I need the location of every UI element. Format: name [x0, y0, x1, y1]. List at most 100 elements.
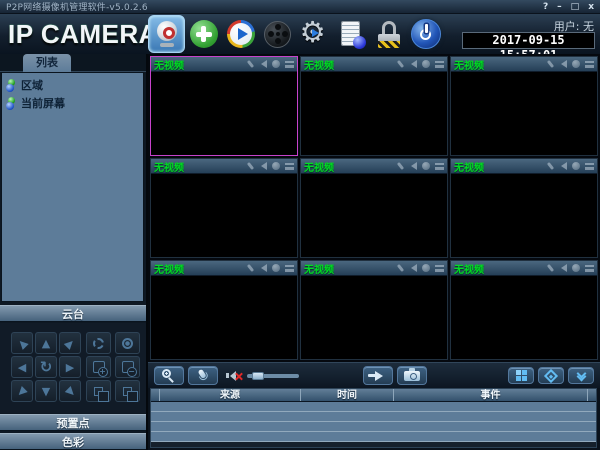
mic-icon[interactable]: [547, 162, 554, 170]
video-cell-3[interactable]: 无视频: [450, 56, 598, 156]
menu-icon[interactable]: [435, 163, 444, 170]
video-display[interactable]: [301, 276, 447, 359]
screen-layout-button[interactable]: [508, 367, 534, 384]
ptz-down-right-button[interactable]: [59, 380, 81, 402]
column-event[interactable]: 事件: [394, 389, 588, 401]
help-button[interactable]: ?: [543, 1, 548, 13]
mic-icon[interactable]: [547, 264, 554, 272]
power-button[interactable]: [407, 15, 444, 53]
collapse-panel-button[interactable]: [568, 367, 594, 384]
ptz-up-right-button[interactable]: [59, 332, 81, 354]
minimize-button[interactable]: –: [557, 1, 562, 13]
settings-button[interactable]: [296, 15, 333, 53]
volume-slider[interactable]: [247, 374, 299, 378]
column-source[interactable]: 来源: [160, 389, 301, 401]
camera-list-button[interactable]: [148, 15, 185, 53]
record-icon[interactable]: [572, 60, 580, 68]
video-cell-2[interactable]: 无视频: [300, 56, 448, 156]
record-icon[interactable]: [572, 264, 580, 272]
table-row[interactable]: [151, 412, 596, 422]
focus-far-button[interactable]: [115, 356, 140, 378]
video-display[interactable]: [301, 72, 447, 155]
column-time[interactable]: 时间: [301, 389, 394, 401]
maximize-button[interactable]: □: [571, 1, 580, 13]
speaker-icon[interactable]: [257, 60, 267, 68]
table-row[interactable]: [151, 422, 596, 432]
menu-icon[interactable]: [285, 265, 294, 272]
menu-icon[interactable]: [585, 265, 594, 272]
video-cell-6[interactable]: 无视频: [450, 158, 598, 258]
menu-icon[interactable]: [285, 61, 294, 68]
video-cell-8[interactable]: 无视频: [300, 260, 448, 360]
lock-button[interactable]: [370, 15, 407, 53]
tab-list[interactable]: 列表: [23, 54, 71, 72]
speaker-icon[interactable]: [407, 162, 417, 170]
record-icon[interactable]: [272, 264, 280, 272]
video-cell-4[interactable]: 无视频: [150, 158, 298, 258]
iris-open-button[interactable]: [86, 332, 111, 354]
video-cell-5[interactable]: 无视频: [300, 158, 448, 258]
playback-button[interactable]: [222, 15, 259, 53]
zoom-out-button[interactable]: [115, 380, 140, 402]
fullscreen-button[interactable]: [538, 367, 564, 384]
video-display[interactable]: [451, 72, 597, 155]
speaker-icon[interactable]: [557, 162, 567, 170]
video-cell-9[interactable]: 无视频: [450, 260, 598, 360]
ptz-panel-header[interactable]: 云台: [0, 305, 146, 322]
video-display[interactable]: [151, 276, 297, 359]
speaker-icon[interactable]: [407, 60, 417, 68]
video-display[interactable]: [451, 174, 597, 257]
record-icon[interactable]: [422, 264, 430, 272]
record-icon[interactable]: [272, 162, 280, 170]
tree-item-current-screen[interactable]: 当前屏幕: [4, 94, 141, 112]
video-display[interactable]: [151, 174, 297, 257]
digital-zoom-button[interactable]: [154, 366, 184, 385]
video-cell-1[interactable]: 无视频: [150, 56, 298, 156]
mic-icon[interactable]: [397, 162, 404, 170]
focus-near-button[interactable]: [86, 356, 111, 378]
speaker-icon[interactable]: [257, 264, 267, 272]
add-device-button[interactable]: [185, 15, 222, 53]
video-display[interactable]: [451, 276, 597, 359]
mic-icon[interactable]: [397, 264, 404, 272]
table-row[interactable]: [151, 432, 596, 442]
menu-icon[interactable]: [285, 163, 294, 170]
volume-slider-handle[interactable]: [252, 372, 264, 380]
ptz-right-button[interactable]: [59, 356, 81, 378]
speaker-icon[interactable]: [257, 162, 267, 170]
mic-icon[interactable]: [247, 60, 254, 68]
menu-icon[interactable]: [585, 61, 594, 68]
record-icon[interactable]: [422, 60, 430, 68]
speaker-icon[interactable]: [407, 264, 417, 272]
record-files-button[interactable]: [259, 15, 296, 53]
talk-button[interactable]: [188, 366, 218, 385]
ptz-down-button[interactable]: [35, 380, 57, 402]
video-cell-7[interactable]: 无视频: [150, 260, 298, 360]
record-icon[interactable]: [572, 162, 580, 170]
record-icon[interactable]: [422, 162, 430, 170]
ptz-up-left-button[interactable]: [11, 332, 33, 354]
close-button[interactable]: x: [588, 1, 594, 13]
table-row[interactable]: [151, 402, 596, 412]
mic-icon[interactable]: [547, 60, 554, 68]
log-button[interactable]: [333, 15, 370, 53]
iris-close-button[interactable]: [115, 332, 140, 354]
menu-icon[interactable]: [435, 265, 444, 272]
zoom-in-button[interactable]: [86, 380, 111, 402]
video-display[interactable]: [301, 174, 447, 257]
menu-icon[interactable]: [435, 61, 444, 68]
record-icon[interactable]: [272, 60, 280, 68]
color-panel-header[interactable]: 色彩: [0, 433, 146, 450]
mic-icon[interactable]: [397, 60, 404, 68]
ptz-auto-scan-button[interactable]: [35, 356, 57, 378]
speaker-icon[interactable]: [557, 60, 567, 68]
menu-icon[interactable]: [585, 163, 594, 170]
mic-icon[interactable]: [247, 162, 254, 170]
ptz-left-button[interactable]: [11, 356, 33, 378]
ptz-up-button[interactable]: [35, 332, 57, 354]
manual-record-button[interactable]: [363, 366, 393, 385]
ptz-down-left-button[interactable]: [11, 380, 33, 402]
mic-icon[interactable]: [247, 264, 254, 272]
video-display[interactable]: [151, 72, 297, 155]
preset-panel-header[interactable]: 预置点: [0, 414, 146, 431]
